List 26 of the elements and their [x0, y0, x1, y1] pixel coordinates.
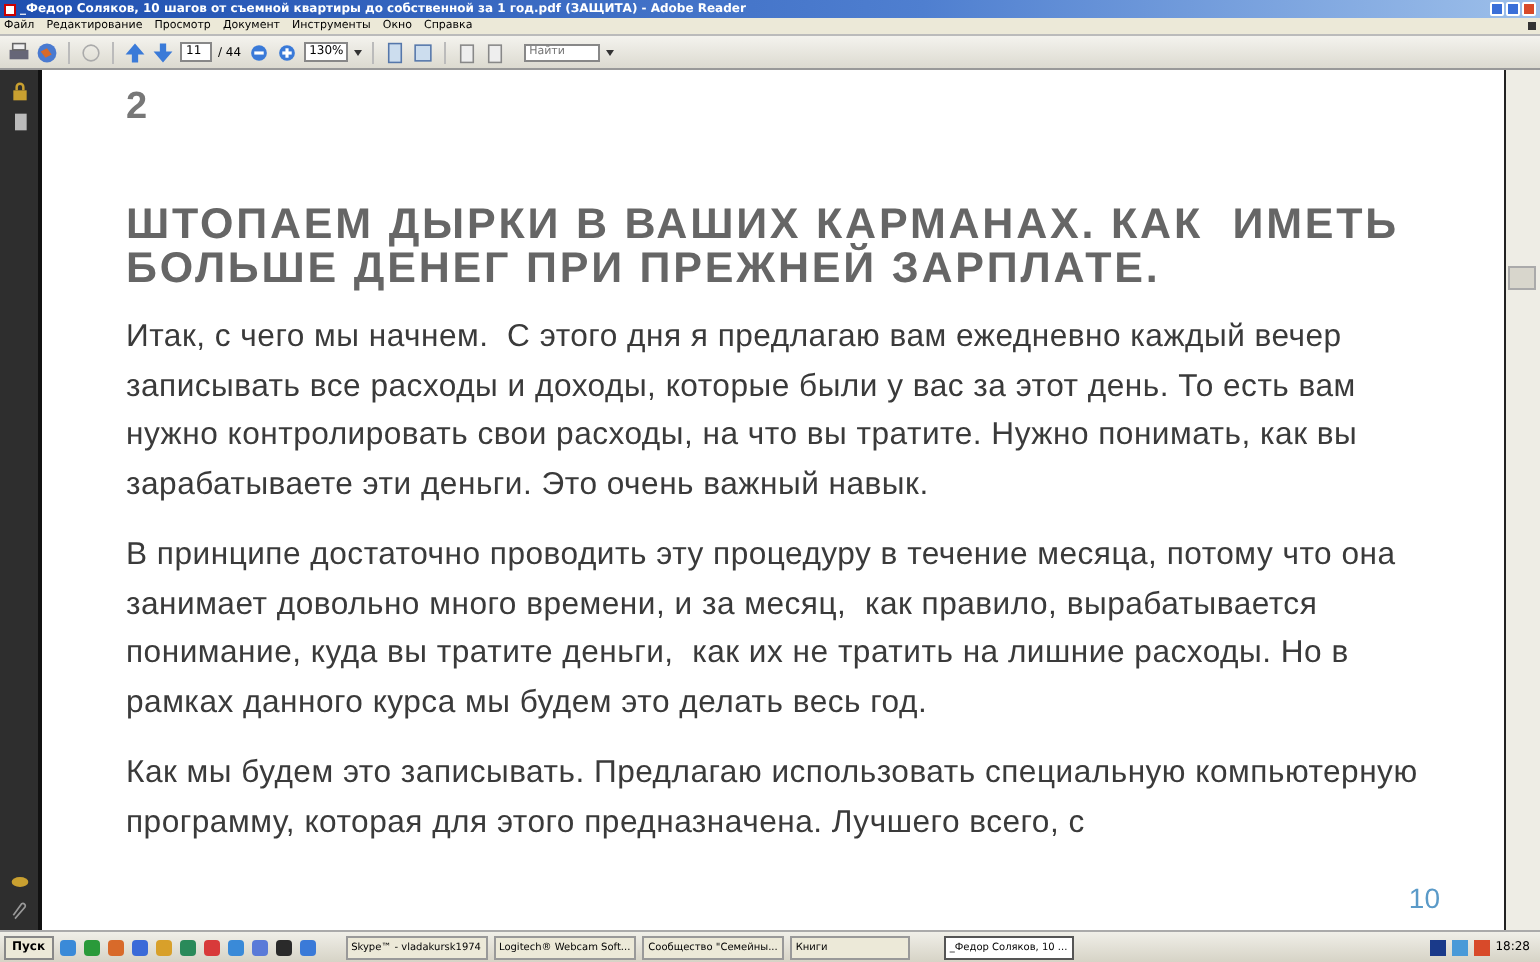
body-paragraph: Итак, с чего мы начнем. С этого дня я предлагаю вам ежедневно каждый вечер записывать все расходы и доходы, которые были у вас за этот день. То есть вам нужно контролировать свои расходы, на что вы тратите. Нужно понимать, как вы зарабатываете эти деньги. Это очень важный навык. — [126, 318, 1360, 505]
minimize-button[interactable] — [1490, 2, 1504, 16]
chapter-number: 2 — [126, 86, 150, 130]
globe-icon[interactable] — [36, 41, 58, 63]
caret-icon[interactable] — [353, 49, 362, 55]
arrow-down-icon[interactable] — [152, 41, 174, 63]
scroll-thumb[interactable] — [1508, 266, 1536, 290]
paperclip-icon[interactable] — [9, 902, 29, 922]
body-paragraph: Как мы будем это записывать. Предлагаю использовать специальную компьютерную программу, которая для этого предназначена. Лучшего всего, с — [126, 754, 1420, 843]
zoom-in-icon[interactable] — [275, 41, 298, 63]
vertical-scrollbar[interactable] — [1504, 70, 1540, 930]
document-icon[interactable] — [455, 41, 478, 63]
close-button[interactable] — [1522, 2, 1536, 16]
maximize-button[interactable] — [1506, 2, 1520, 16]
page-number: 10 — [1408, 882, 1440, 914]
chapter-heading: ШТОПАЕМ ДЫРКИ В ВАШИХ КАРМАНАХ. КАК ИМЕТЬ БОЛЬШЕ ДЕНЕГ ПРИ ПРЕЖНЕЙ ЗАРПЛАТЕ. — [126, 202, 1402, 290]
pdf-app-icon — [4, 3, 16, 15]
zoom-out-icon[interactable] — [247, 41, 270, 63]
body-paragraph: В принципе достаточно проводить эту процедуру в течение месяца, потому что она занимает довольно много времени, и за месяц, как правило, вырабатывается понимание, куда вы тратите деньги, как их не тратить на лишние расходы. Но в рамках данного курса мы будем это делать весь год. — [126, 536, 1398, 723]
printer-icon[interactable] — [8, 41, 30, 63]
pages-icon[interactable] — [9, 112, 29, 132]
arrow-up-icon[interactable] — [124, 41, 146, 63]
caret-icon[interactable] — [605, 49, 614, 55]
page-icon[interactable] — [383, 41, 406, 63]
lock-icon[interactable] — [9, 82, 29, 102]
document-icon[interactable] — [483, 41, 506, 63]
